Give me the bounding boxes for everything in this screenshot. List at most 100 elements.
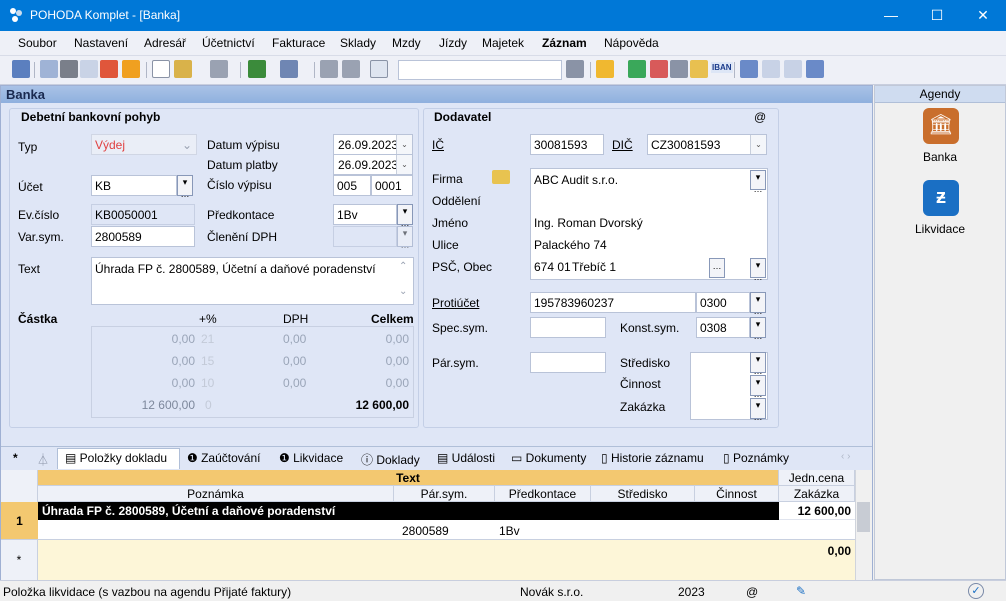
likvidace-icon[interactable]: ƶ <box>923 180 959 216</box>
ulice-field[interactable]: Palackého 74 <box>534 238 607 252</box>
tab-likvidace[interactable]: ❶ Likvidace <box>279 451 343 465</box>
agenda-item-banka[interactable]: Banka <box>875 150 1005 164</box>
edit-icon[interactable] <box>174 60 192 78</box>
protiucet-picker-button[interactable]: ▾… <box>750 292 766 316</box>
tab-dokumenty[interactable]: ▭ Dokumenty <box>511 451 586 465</box>
tab-poznamky[interactable]: ▯ Poznámky <box>723 451 789 465</box>
settings-gear-icon[interactable] <box>280 60 298 78</box>
grid-header-parsym[interactable]: Pár.sym. <box>394 486 495 502</box>
row-text-cell[interactable]: Úhrada FP č. 2800589, Účetní a daňové po… <box>38 502 779 520</box>
castka-base[interactable]: 0,00 <box>111 376 195 390</box>
parsym-field[interactable] <box>530 352 606 373</box>
menu-adresar[interactable]: Adresář <box>144 36 186 50</box>
chevron-down-icon[interactable]: ⌄ <box>750 135 766 154</box>
minimize-button[interactable]: — <box>868 0 914 31</box>
copy-record-icon[interactable] <box>40 60 58 78</box>
zakazka-picker-button[interactable]: ▾… <box>750 398 766 422</box>
grid-scroll-thumb[interactable] <box>857 502 870 532</box>
tab-scroll-icons[interactable]: ‹ › <box>841 451 850 462</box>
predkontace-picker-button[interactable]: ▾… <box>397 204 413 228</box>
table-icon[interactable] <box>670 60 688 78</box>
castka-base[interactable]: 12 600,00 <box>111 398 195 412</box>
row-number[interactable]: 1 <box>1 502 38 540</box>
tab-new[interactable]: * <box>13 451 18 465</box>
money-icon[interactable] <box>628 60 646 78</box>
cancel-icon[interactable] <box>342 60 360 78</box>
menu-zaznam[interactable]: Záznam <box>542 36 587 50</box>
varsym-field[interactable]: 2800589 <box>91 226 195 247</box>
status-email-icon[interactable]: @ <box>746 585 758 599</box>
new-row[interactable] <box>38 540 855 580</box>
castka-total[interactable]: 0,00 <box>331 332 409 346</box>
firma-picker-button[interactable]: ▾… <box>750 170 766 194</box>
tab-udalosti[interactable]: ▤ Události <box>437 451 495 465</box>
filter-icon[interactable] <box>566 60 584 78</box>
cislo-vypisu-b-field[interactable]: 0001 <box>371 175 413 196</box>
specsym-field[interactable] <box>530 317 606 338</box>
konstsym-field[interactable]: 0308 <box>696 317 750 338</box>
menu-sklady[interactable]: Sklady <box>340 36 376 50</box>
row-parsym-cell[interactable]: 2800589 <box>402 524 449 538</box>
tab-historie[interactable]: ▯ Historie záznamu <box>601 451 704 465</box>
grid-header-stredisko[interactable]: Středisko <box>591 486 695 502</box>
castka-base[interactable]: 0,00 <box>111 354 195 368</box>
tab-polozky-dokladu[interactable]: ▤ Položky dokladu <box>65 451 167 465</box>
scroll-up-icon[interactable]: ⌃ <box>399 261 407 272</box>
pdf-icon[interactable] <box>100 60 118 78</box>
ic-label[interactable]: IČ <box>432 138 444 152</box>
back-arrow-icon[interactable] <box>248 60 266 78</box>
cleneni-dph-picker-button[interactable]: ▾… <box>397 226 413 250</box>
email-at-icon[interactable]: @ <box>754 110 766 124</box>
castka-base[interactable]: 0,00 <box>111 332 195 346</box>
scroll-down-icon[interactable]: ⌄ <box>399 286 407 297</box>
stredisko-picker-button[interactable]: ▾… <box>750 352 766 376</box>
pen-icon[interactable]: ✎ <box>796 584 806 598</box>
window-icon[interactable] <box>762 60 780 78</box>
castka-dph[interactable]: 0,00 <box>283 354 306 368</box>
new-row-marker[interactable]: * <box>1 540 38 580</box>
castka-total[interactable]: 0,00 <box>331 376 409 390</box>
folder-icon[interactable] <box>596 60 614 78</box>
save-icon[interactable] <box>320 60 338 78</box>
grid-header-cinnost[interactable]: Činnost <box>695 486 779 502</box>
maximize-button[interactable]: ☐ <box>914 0 960 31</box>
predkontace-field[interactable]: 1Bv <box>333 204 397 225</box>
grid-header-predkontace[interactable]: Předkontace <box>495 486 591 502</box>
text-field[interactable]: Úhrada FP č. 2800589, Účetní a daňové po… <box>91 257 414 305</box>
menu-mzdy[interactable]: Mzdy <box>392 36 421 50</box>
jmeno-field[interactable]: Ing. Roman Dvorský <box>534 216 643 230</box>
protiucet-label[interactable]: Protiúčet <box>432 296 479 310</box>
ic-field[interactable]: 30081593 <box>530 134 604 155</box>
print-preview-icon[interactable] <box>80 60 98 78</box>
datum-platby-field[interactable]: 26.09.2023 ⌄ <box>333 154 413 175</box>
castka-total-celkem[interactable]: 12 600,00 <box>331 398 409 412</box>
obec-picker-button[interactable]: … <box>709 258 725 278</box>
cinnost-picker-button[interactable]: ▾… <box>750 375 766 399</box>
copy-icon[interactable] <box>370 60 388 78</box>
new-record-icon[interactable] <box>152 60 170 78</box>
address-picker-button[interactable]: ▾… <box>750 258 766 282</box>
menu-jizdy[interactable]: Jízdy <box>439 36 467 50</box>
row-price-cell[interactable]: 12 600,00 <box>779 502 855 520</box>
firma-field[interactable]: ABC Audit s.r.o. <box>534 173 618 187</box>
menu-majetek[interactable]: Majetek <box>482 36 524 50</box>
calendar-dropdown-icon[interactable]: ⌄ <box>396 155 412 174</box>
export-icon[interactable] <box>122 60 140 78</box>
check-icon[interactable]: ✓ <box>968 583 984 599</box>
konstsym-picker-button[interactable]: ▾… <box>750 317 766 341</box>
menu-soubor[interactable]: Soubor <box>18 36 57 50</box>
screen-icon[interactable] <box>784 60 802 78</box>
bank-building-icon[interactable]: 🏛 <box>923 108 959 144</box>
calendar-dropdown-icon[interactable]: ⌄ <box>396 135 412 154</box>
datum-vypisu-field[interactable]: 26.09.2023 ⌄ <box>333 134 413 155</box>
ucet-picker-button[interactable]: ▾… <box>177 175 193 199</box>
row-predkontace-cell[interactable]: 1Bv <box>499 524 520 538</box>
menu-ucetnictvi[interactable]: Účetnictví <box>202 36 255 50</box>
grid-header-jednc[interactable]: Jedn.cena <box>779 470 855 486</box>
menu-nastaveni[interactable]: Nastavení <box>74 36 128 50</box>
ucet-field[interactable]: KB <box>91 175 177 196</box>
protiucet-field[interactable]: 195783960237 <box>530 292 696 313</box>
menu-napoveda[interactable]: Nápověda <box>604 36 659 50</box>
kod-banky-field[interactable]: 0300 <box>696 292 750 313</box>
coins-icon[interactable] <box>690 60 708 78</box>
